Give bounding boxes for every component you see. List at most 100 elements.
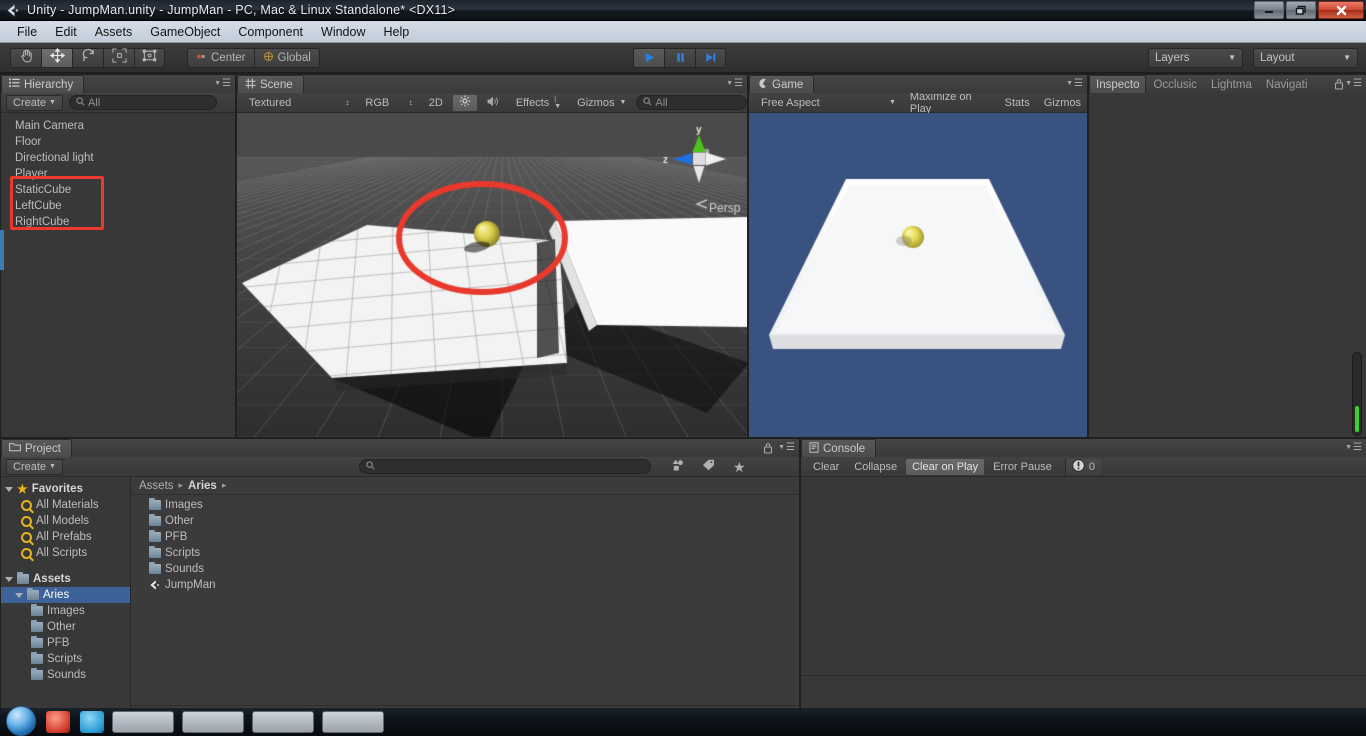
console-panel-menu[interactable]: ▼ ☰ xyxy=(1345,442,1362,453)
right-scrollbar-thumb[interactable] xyxy=(1355,406,1359,432)
hierarchy-panel-menu[interactable]: ▼ ☰ xyxy=(214,78,231,89)
media-icon[interactable] xyxy=(46,711,70,733)
console-error-counter[interactable]: 0 xyxy=(1064,458,1101,475)
game-aspect-dropdown[interactable]: Free Aspect ▼ xyxy=(755,95,902,111)
game-maximize-toggle[interactable]: Maximize on Play xyxy=(904,91,997,115)
scene-2d-toggle[interactable]: 2D xyxy=(423,95,449,111)
inspector-panel-menu[interactable]: ▼ ☰ xyxy=(1345,78,1362,89)
tab-inspector[interactable]: Inspecto xyxy=(1089,75,1147,93)
scene-audio-toggle[interactable] xyxy=(481,95,506,111)
tab-lightmapping[interactable]: Lightma xyxy=(1204,75,1259,93)
tab-game[interactable]: Game xyxy=(749,75,815,93)
project-tree-all-materials[interactable]: All Materials xyxy=(1,497,130,513)
project-tree-assets[interactable]: Assets xyxy=(1,571,130,587)
project-item-jumpman[interactable]: JumpMan xyxy=(131,577,799,593)
scene-lighting-toggle[interactable] xyxy=(452,94,477,111)
project-panel-menu[interactable]: ▼ ☰ xyxy=(778,442,795,453)
chevron-down-icon[interactable] xyxy=(15,592,23,598)
taskbar-window-1[interactable] xyxy=(112,711,174,733)
taskbar-window-3[interactable] xyxy=(252,711,314,733)
game-viewport[interactable] xyxy=(749,113,1087,437)
project-item-scripts[interactable]: Scripts xyxy=(131,545,799,561)
project-tree-favorites[interactable]: ★ Favorites xyxy=(1,481,130,497)
windows-start-orb[interactable] xyxy=(6,706,36,736)
favorites-filter-button[interactable]: ★ xyxy=(727,459,752,475)
game-render[interactable] xyxy=(749,113,1087,437)
tab-console[interactable]: Console xyxy=(801,439,877,457)
project-search-input[interactable] xyxy=(358,459,651,474)
pause-button[interactable] xyxy=(664,47,695,68)
breadcrumb-assets[interactable]: Assets xyxy=(139,480,174,492)
chevron-down-icon[interactable] xyxy=(5,486,13,492)
hierarchy-item-leftcube[interactable]: LeftCube xyxy=(1,198,235,214)
project-item-images[interactable]: Images xyxy=(131,497,799,513)
taskbar-window-2[interactable] xyxy=(182,711,244,733)
scene-color-mode-dropdown[interactable]: RGB ↕ xyxy=(359,95,418,111)
tab-project[interactable]: Project xyxy=(1,439,72,457)
menu-window[interactable]: Window xyxy=(312,23,374,41)
project-item-sounds[interactable]: Sounds xyxy=(131,561,799,577)
hierarchy-item-rightcube[interactable]: RightCube xyxy=(1,214,235,230)
scene-effects-dropdown[interactable]: Effects |▼ xyxy=(510,95,567,111)
menu-file[interactable]: File xyxy=(8,23,46,41)
close-button[interactable] xyxy=(1318,1,1364,19)
game-stats-toggle[interactable]: Stats xyxy=(999,95,1036,111)
project-create-button[interactable]: Create ▼ xyxy=(6,458,63,475)
project-tree-other[interactable]: Other xyxy=(1,619,130,635)
rotate-tool-button[interactable] xyxy=(72,47,103,68)
project-tree-all-models[interactable]: All Models xyxy=(1,513,130,529)
menu-assets[interactable]: Assets xyxy=(86,23,142,41)
move-tool-button[interactable] xyxy=(41,47,72,68)
lock-icon[interactable] xyxy=(763,441,773,459)
console-error-pause-toggle[interactable]: Error Pause xyxy=(987,459,1058,475)
hand-tool-button[interactable] xyxy=(10,47,41,68)
tab-scene[interactable]: Scene xyxy=(237,75,304,93)
pivot-mode-button[interactable]: Center xyxy=(187,47,254,68)
right-scrollbar[interactable] xyxy=(1352,352,1362,436)
scene-viewport[interactable] xyxy=(237,113,747,437)
rect-transform-tool-button[interactable] xyxy=(134,47,165,68)
project-tree-scripts[interactable]: Scripts xyxy=(1,651,130,667)
hierarchy-item-floor[interactable]: Floor xyxy=(1,134,235,150)
scene-draw-mode-dropdown[interactable]: Textured ↕ xyxy=(243,95,355,111)
console-collapse-toggle[interactable]: Collapse xyxy=(848,459,903,475)
project-tree-pfb[interactable]: PFB xyxy=(1,635,130,651)
space-mode-button[interactable]: Global xyxy=(253,47,320,68)
breadcrumb-aries[interactable]: Aries xyxy=(188,480,217,492)
browser-icon[interactable] xyxy=(80,711,104,733)
tab-occlusion[interactable]: Occlusic xyxy=(1146,75,1203,93)
menu-component[interactable]: Component xyxy=(229,23,312,41)
layers-dropdown[interactable]: Layers ▼ xyxy=(1148,47,1243,68)
play-button[interactable] xyxy=(633,47,664,68)
tab-navigation[interactable]: Navigati xyxy=(1259,75,1315,93)
console-messages[interactable] xyxy=(801,477,1366,727)
minimize-button[interactable] xyxy=(1254,1,1284,19)
hierarchy-item-directional-light[interactable]: Directional light xyxy=(1,150,235,166)
hierarchy-item-staticcube[interactable]: StaticCube xyxy=(1,182,235,198)
project-tree-all-prefabs[interactable]: All Prefabs xyxy=(1,529,130,545)
hierarchy-search-input[interactable]: All xyxy=(68,95,217,110)
scene-search-input[interactable]: All xyxy=(636,95,747,110)
scene-gizmos-dropdown[interactable]: Gizmos ▼ xyxy=(571,95,632,111)
step-button[interactable] xyxy=(695,47,726,68)
menu-help[interactable]: Help xyxy=(374,23,418,41)
scale-tool-button[interactable] xyxy=(103,47,134,68)
project-tree-aries[interactable]: Aries xyxy=(1,587,130,603)
game-gizmos-dropdown[interactable]: Gizmos xyxy=(1038,95,1087,111)
scene-render[interactable] xyxy=(237,113,747,437)
chevron-down-icon[interactable] xyxy=(5,576,13,582)
hierarchy-create-button[interactable]: Create ▼ xyxy=(6,94,63,111)
project-item-other[interactable]: Other xyxy=(131,513,799,529)
project-tree-all-scripts[interactable]: All Scripts xyxy=(1,545,130,561)
console-clear-on-play-toggle[interactable]: Clear on Play xyxy=(906,458,985,475)
menu-gameobject[interactable]: GameObject xyxy=(141,23,229,41)
project-tree-sounds[interactable]: Sounds xyxy=(1,667,130,683)
filter-by-type-button[interactable] xyxy=(665,459,690,475)
console-clear-button[interactable]: Clear xyxy=(807,459,845,475)
project-item-pfb[interactable]: PFB xyxy=(131,529,799,545)
game-panel-menu[interactable]: ▼ ☰ xyxy=(1066,78,1083,89)
scene-panel-menu[interactable]: ▼ ☰ xyxy=(726,78,743,89)
hierarchy-item-player[interactable]: Player xyxy=(1,166,235,182)
layout-dropdown[interactable]: Layout ▼ xyxy=(1253,47,1358,68)
filter-by-label-button[interactable] xyxy=(696,459,721,475)
